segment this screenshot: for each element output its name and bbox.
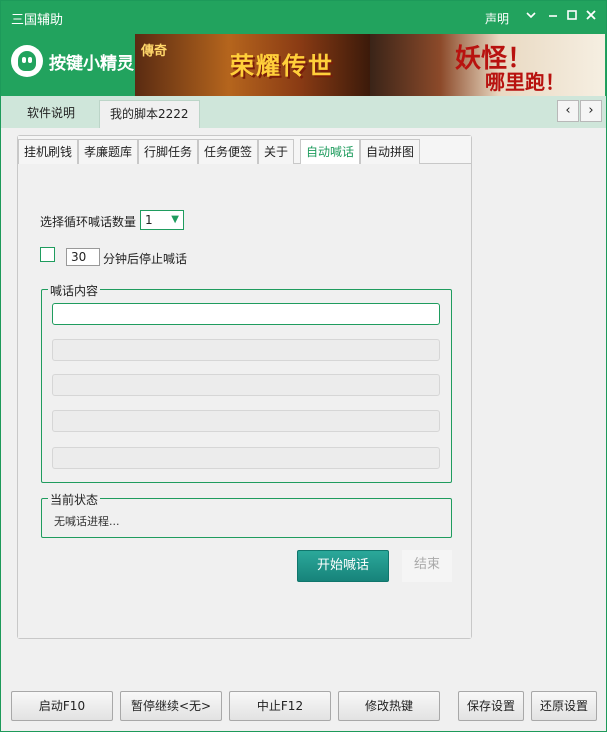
shout-content-group: 喊话内容: [41, 282, 452, 483]
minimize-to-tray-icon[interactable]: [521, 7, 541, 27]
tab-software-info[interactable]: 软件说明: [17, 100, 85, 128]
inner-tab-strip: 挂机刷钱 孝廉题库 行脚任务 任务便签 关于 自动喊话 自动拼图: [18, 136, 471, 165]
save-settings-button[interactable]: 保存设置: [458, 691, 524, 721]
script-panel: 挂机刷钱 孝廉题库 行脚任务 任务便签 关于 自动喊话 自动拼图 选择循环喊话数…: [17, 135, 472, 639]
banner-left-text: 荣耀传世: [230, 51, 334, 80]
maximize-icon[interactable]: [562, 7, 582, 27]
restore-settings-button[interactable]: 还原设置: [531, 691, 597, 721]
tab-scroll-left-icon[interactable]: ‹: [557, 100, 579, 122]
stop-minutes-label: 分钟后停止喊话: [103, 252, 188, 266]
banner-game-logo: 傳奇: [141, 44, 168, 59]
edit-hotkeys-button[interactable]: 修改热键: [338, 691, 440, 721]
ad-banner[interactable]: 傳奇 荣耀传世 妖怪！ 哪里跑！: [135, 34, 605, 96]
start-f10-button[interactable]: 启动F10: [11, 691, 113, 721]
tab-scroll-right-icon[interactable]: ›: [580, 100, 602, 122]
shout-text-field-1[interactable]: [52, 303, 440, 325]
loop-count-select[interactable]: 1 ▼: [140, 210, 184, 230]
auto-stop-checkbox[interactable]: [40, 247, 55, 262]
tab-auto-shout[interactable]: 自动喊话: [300, 139, 361, 165]
current-status-group: 当前状态 无喊话进程...: [41, 491, 452, 538]
loop-count-value: 1: [145, 213, 153, 227]
tab-auto-puzzle[interactable]: 自动拼图: [360, 139, 421, 164]
tab-about[interactable]: 关于: [258, 139, 295, 164]
stop-f12-button[interactable]: 中止F12: [229, 691, 331, 721]
bottom-toolbar: 启动F10 暂停继续<无> 中止F12 修改热键 保存设置 还原设置: [1, 683, 606, 731]
close-icon[interactable]: [581, 7, 601, 27]
app-logo-icon: [11, 45, 43, 77]
tab-task-notes[interactable]: 任务便签: [198, 139, 259, 164]
tab-errand-task[interactable]: 行脚任务: [138, 139, 199, 164]
current-status-legend: 当前状态: [48, 491, 101, 508]
minimize-icon[interactable]: [543, 7, 563, 27]
window-title: 三国辅助: [11, 13, 64, 28]
tab-my-script[interactable]: 我的脚本2222: [99, 100, 200, 128]
shout-text-field-2[interactable]: [52, 339, 440, 361]
shout-text-field-4[interactable]: [52, 410, 440, 432]
end-shout-button[interactable]: 结束: [402, 550, 452, 582]
auto-shout-content: 选择循环喊话数量 1 ▼ 30 分钟后停止喊话 喊话内容 当前状态 无喊话进程.…: [18, 164, 471, 638]
tab-idle-money[interactable]: 挂机刷钱: [18, 139, 79, 164]
shout-content-legend: 喊话内容: [48, 282, 101, 299]
title-bar: 三国辅助 声明: [1, 1, 606, 33]
banner-right-subtext: 哪里跑！: [485, 70, 565, 94]
app-window: 三国辅助 声明 按键小精灵 傳奇 荣耀传世 妖怪！ 哪里跑！ 软件说明 我的脚本…: [0, 0, 607, 732]
loop-count-label: 选择循环喊话数量: [40, 215, 137, 229]
start-shout-button[interactable]: 开始喊话: [297, 550, 389, 582]
top-tab-strip: 软件说明 我的脚本2222 ‹ ›: [1, 96, 606, 128]
brand-bar: 按键小精灵 傳奇 荣耀传世 妖怪！ 哪里跑！: [1, 33, 606, 96]
pause-resume-button[interactable]: 暂停继续<无>: [120, 691, 222, 721]
declare-link[interactable]: 声明: [485, 10, 509, 27]
stop-minutes-input[interactable]: 30: [66, 248, 100, 266]
tab-xiaolian-quiz[interactable]: 孝廉题库: [78, 139, 139, 164]
shout-text-field-5[interactable]: [52, 447, 440, 469]
brand-name: 按键小精灵: [49, 54, 134, 74]
chevron-down-icon: ▼: [171, 214, 179, 225]
shout-text-field-3[interactable]: [52, 374, 440, 396]
status-text: 无喊话进程...: [54, 515, 120, 528]
